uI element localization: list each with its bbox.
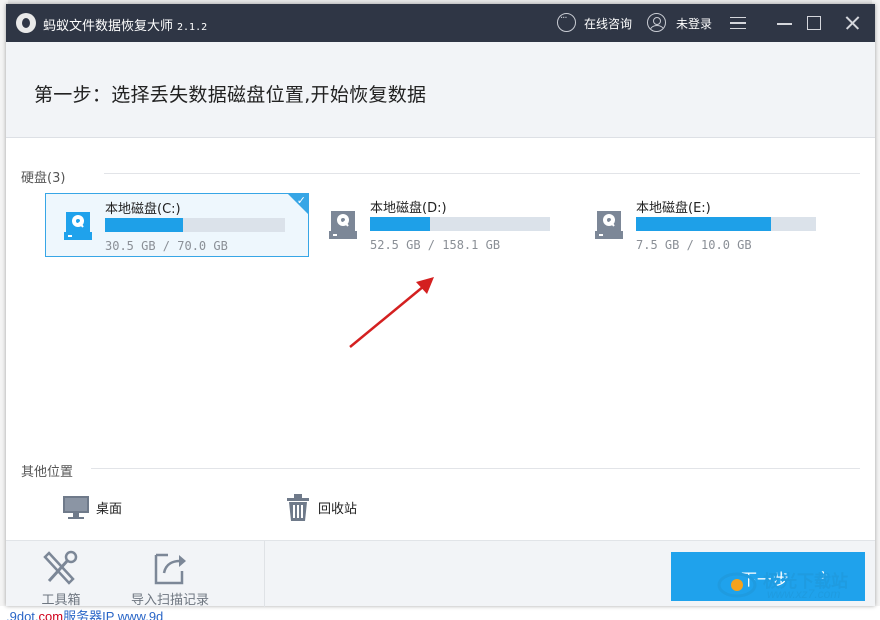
bottom-divider	[264, 541, 265, 607]
login-link[interactable]: 未登录	[676, 15, 712, 32]
drive-usage-fill	[636, 217, 771, 231]
drive-d[interactable]: 本地磁盘(D:) 52.5 GB / 158.1 GB	[311, 193, 575, 257]
hard-drive-icon	[329, 211, 357, 239]
import-icon	[154, 553, 186, 585]
disks-section-divider	[104, 173, 860, 174]
hard-drive-icon	[64, 212, 92, 240]
drive-name: 本地磁盘(C:)	[105, 202, 181, 217]
minimize-button[interactable]	[777, 23, 792, 25]
toolbox-button[interactable]: 工具箱	[16, 547, 106, 608]
bg-text-red: com	[38, 609, 64, 620]
other-locations-divider	[91, 468, 860, 469]
watermark: 极光下载站 www.xz7.com	[715, 565, 875, 605]
chat-bubble-icon[interactable]	[557, 13, 576, 32]
import-scan-record-button[interactable]: 导入扫描记录	[115, 547, 225, 608]
drive-usage-bar	[636, 217, 816, 231]
close-button[interactable]	[842, 13, 862, 33]
drive-size: 7.5 GB / 10.0 GB	[636, 238, 752, 252]
drive-name: 本地磁盘(D:)	[370, 201, 447, 216]
disks-section-label: 硬盘(3)	[21, 171, 66, 186]
title-bar[interactable]: 蚂蚁文件数据恢复大师2.1.2 在线咨询 未登录	[6, 4, 875, 42]
maximize-button[interactable]	[807, 16, 821, 30]
drive-c[interactable]: 本地磁盘(C:) 30.5 GB / 70.0 GB ✓	[45, 193, 309, 257]
toolbox-label: 工具箱	[41, 593, 81, 608]
hard-drive-icon	[595, 211, 623, 239]
watermark-url: www.xz7.com	[767, 587, 841, 601]
online-consult-link[interactable]: 在线咨询	[584, 15, 632, 32]
app-version: 2.1.2	[177, 22, 208, 33]
trash-icon	[287, 494, 309, 521]
desktop-bottom-text: .9dot.com服务器IP www.9d	[0, 606, 880, 620]
user-icon[interactable]	[647, 13, 666, 32]
drive-usage-bar	[105, 218, 285, 232]
bg-text-blue: .9dot.	[6, 609, 39, 620]
drive-e[interactable]: 本地磁盘(E:) 7.5 GB / 10.0 GB	[577, 193, 841, 257]
ant-logo-icon	[16, 13, 36, 33]
other-locations-label: 其他位置	[21, 465, 74, 480]
step-title: 第一步：选择丢失数据磁盘位置,开始恢复数据	[34, 84, 427, 106]
bg-text-rest: 服务器IP www.9d	[63, 609, 164, 620]
drive-size: 52.5 GB / 158.1 GB	[370, 238, 501, 252]
app-title: 蚂蚁文件数据恢复大师 2.1.2	[43, 15, 207, 34]
location-desktop[interactable]: 桌面	[62, 492, 182, 522]
drive-usage-bar	[370, 217, 550, 231]
location-label: 桌面	[96, 502, 123, 517]
step-header: 第一步：选择丢失数据磁盘位置,开始恢复数据	[6, 42, 875, 138]
tools-icon	[43, 550, 78, 585]
drive-name: 本地磁盘(E:)	[636, 201, 711, 216]
app-window: 蚂蚁文件数据恢复大师2.1.2 在线咨询 未登录 第一步：选择丢失数据磁盘位置,…	[6, 4, 875, 608]
import-label: 导入扫描记录	[130, 593, 209, 608]
checkmark-icon: ✓	[296, 194, 306, 207]
app-name: 蚂蚁文件数据恢复大师	[43, 19, 174, 34]
hamburger-menu-icon[interactable]	[730, 17, 746, 29]
drive-usage-fill	[105, 218, 184, 232]
monitor-icon	[63, 496, 89, 519]
location-label: 回收站	[318, 502, 358, 517]
drive-usage-fill	[370, 217, 430, 231]
watermark-logo-icon	[717, 572, 757, 598]
drive-size: 30.5 GB / 70.0 GB	[105, 239, 228, 253]
location-recycle-bin[interactable]: 回收站	[284, 492, 404, 522]
